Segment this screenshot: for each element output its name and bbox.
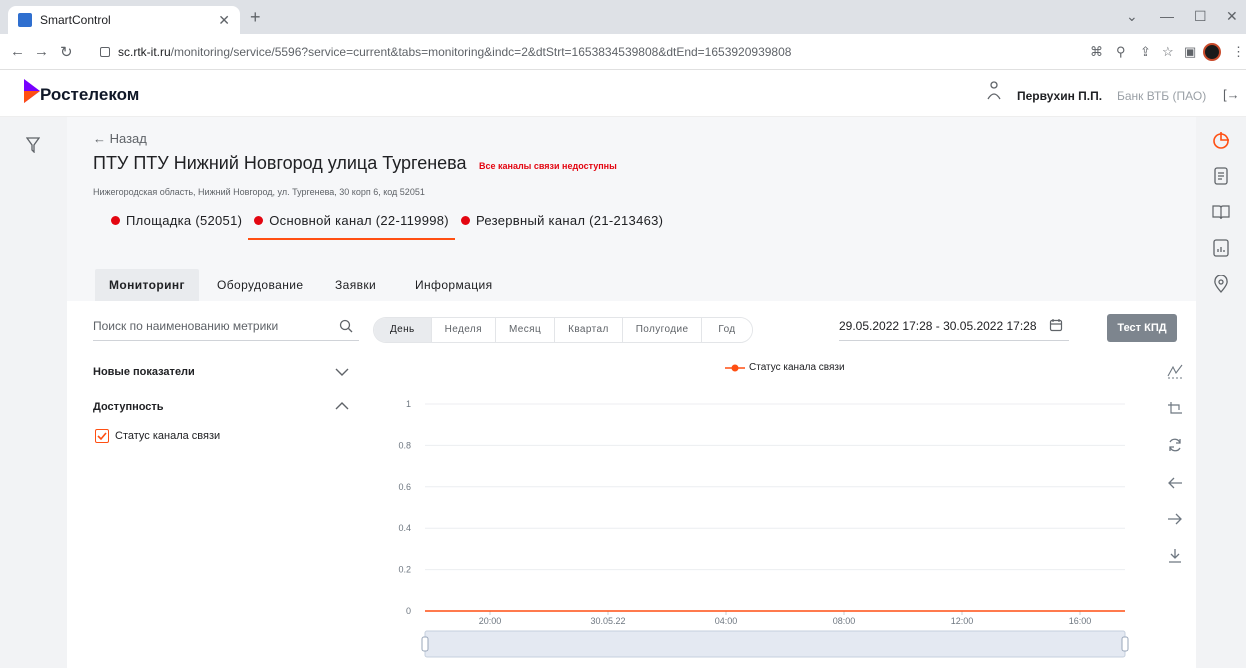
main-content: ← Назад ПТУ ПТУ Нижний Новгород улица Ту… xyxy=(67,117,1196,668)
forward-icon[interactable]: → xyxy=(34,43,49,60)
reload-icon[interactable]: ↻ xyxy=(60,43,73,61)
arrow-left-icon[interactable] xyxy=(1167,475,1183,491)
y-tick-label: 0.8 xyxy=(398,440,411,450)
status-dot-icon xyxy=(254,216,264,225)
report-icon[interactable] xyxy=(1212,239,1230,257)
search-icon[interactable] xyxy=(339,319,353,333)
browser-tab[interactable]: SmartControl ✕ xyxy=(8,6,240,34)
checkbox-checked[interactable] xyxy=(95,429,109,443)
address-bar: ← → ↻ sc.rtk-it.ru/monitoring/service/55… xyxy=(0,34,1246,70)
browser-tab-strip: SmartControl ✕ + ⌄ — ☐ ✕ xyxy=(0,0,1246,34)
channel-tabs: Площадка (52051) Основной канал (22-1199… xyxy=(105,209,669,240)
channel-label: Площадка (52051) xyxy=(126,213,243,228)
channel-label: Резервный канал (21-213463) xyxy=(475,213,664,228)
favicon-icon xyxy=(18,13,32,27)
zoom-select-icon[interactable] xyxy=(1167,401,1183,417)
service-address: Нижегородская область, Нижний Новгород, … xyxy=(93,187,425,197)
chart-legend[interactable]: Статус канала связи xyxy=(725,362,845,373)
legend-marker-icon xyxy=(725,364,745,371)
channel-tab-site[interactable]: Площадка (52051) xyxy=(105,209,248,240)
group-label: Новые показатели xyxy=(93,366,195,378)
y-tick-label: 1 xyxy=(406,399,411,409)
metric-label: Статус канала связи xyxy=(115,430,221,442)
y-tick-label: 0.6 xyxy=(398,482,411,492)
group-new-metrics[interactable]: Новые показатели xyxy=(93,366,195,378)
menu-kebab-icon[interactable]: ⋮ xyxy=(1232,44,1245,60)
book-icon[interactable] xyxy=(1212,203,1230,221)
group-label: Доступность xyxy=(93,401,164,413)
url-field[interactable]: sc.rtk-it.ru/monitoring/service/5596?ser… xyxy=(92,39,1062,65)
share-icon[interactable]: ⇪ xyxy=(1140,44,1151,60)
app-header: Ростелеком Первухин П.П. Банк ВТБ (ПАО) … xyxy=(0,71,1246,117)
tab-equipment[interactable]: Оборудование xyxy=(203,269,317,301)
download-icon[interactable] xyxy=(1167,548,1183,564)
group-availability[interactable]: Доступность xyxy=(93,401,164,413)
search-input[interactable] xyxy=(93,319,323,333)
x-tick-label: 08:00 xyxy=(833,616,856,626)
back-label: Назад xyxy=(109,131,147,146)
y-tick-label: 0.2 xyxy=(398,565,411,575)
channel-label: Основной канал (22-119998) xyxy=(269,213,449,228)
logout-icon[interactable]: [→ xyxy=(1223,87,1240,102)
right-rail xyxy=(1196,117,1246,668)
x-tick-label: 16:00 xyxy=(1069,616,1092,626)
arrow-right-icon[interactable] xyxy=(1167,511,1183,527)
y-tick-label: 0.4 xyxy=(398,523,411,533)
back-link[interactable]: ← Назад xyxy=(93,131,147,146)
rostelecom-logo-icon xyxy=(24,79,40,103)
chevron-up-icon[interactable] xyxy=(335,401,349,411)
url-path: /monitoring/service/5596?service=current… xyxy=(170,45,792,59)
service-header: ← Назад ПТУ ПТУ Нижний Новгород улица Ту… xyxy=(67,117,1196,255)
org-name: Банк ВТБ (ПАО) xyxy=(1117,89,1207,103)
refresh-icon[interactable] xyxy=(1167,437,1183,453)
zoom-icon[interactable]: ⚲ xyxy=(1116,44,1126,60)
monitoring-chart-icon[interactable] xyxy=(1212,131,1230,149)
maximize-icon[interactable]: ☐ xyxy=(1194,8,1207,25)
page-title: ПТУ ПТУ Нижний Новгород улица Тургенева xyxy=(93,153,467,173)
x-tick-label: 12:00 xyxy=(951,616,974,626)
monitoring-section: Мониторинг Оборудование Заявки Информаци… xyxy=(67,255,1196,668)
sidepanel-icon[interactable]: ▣ xyxy=(1184,44,1196,60)
url-host: sc.rtk-it.ru xyxy=(118,45,171,59)
lock-icon xyxy=(100,47,110,57)
close-window-icon[interactable]: ✕ xyxy=(1226,8,1238,25)
location-pin-icon[interactable] xyxy=(1212,275,1230,293)
profile-avatar[interactable] xyxy=(1203,43,1221,61)
browser-tab-title: SmartControl xyxy=(40,13,111,27)
new-tab-icon[interactable]: + xyxy=(250,7,261,28)
chevron-down-icon[interactable] xyxy=(335,367,349,377)
translate-icon[interactable]: ⌘ xyxy=(1090,44,1103,60)
tab-search-icon[interactable]: ⌄ xyxy=(1126,8,1138,25)
filter-icon[interactable] xyxy=(26,137,40,153)
x-tick-label: 20:00 xyxy=(479,616,502,626)
status-dot-icon xyxy=(460,216,470,225)
left-rail xyxy=(0,117,67,668)
y-tick-label: 0 xyxy=(406,606,411,616)
status-badge: Все каналы связи недоступны xyxy=(479,161,617,171)
minimize-icon[interactable]: — xyxy=(1160,8,1174,24)
document-icon[interactable] xyxy=(1212,167,1230,185)
x-tick-label: 30.05.22 xyxy=(590,616,625,626)
metric-status-checkbox[interactable]: Статус канала связи xyxy=(95,429,220,443)
status-dot-icon xyxy=(111,216,120,225)
channel-tab-backup[interactable]: Резервный канал (21-213463) xyxy=(455,209,669,240)
status-chart: 0 0.2 0.4 0.6 0.8 1 20:00 30.05.22 04:00 08:00 12:… xyxy=(398,399,1129,658)
channel-tab-main[interactable]: Основной канал (22-119998) xyxy=(248,209,455,240)
back-icon[interactable]: ← xyxy=(10,43,25,60)
user-name[interactable]: Первухин П.П. xyxy=(1017,89,1102,103)
x-tick-label: 04:00 xyxy=(715,616,738,626)
slider-handle-left[interactable] xyxy=(421,636,429,652)
slider-handle-right[interactable] xyxy=(1121,636,1129,652)
data-zoom-slider[interactable] xyxy=(424,630,1126,658)
line-chart-toggle-icon[interactable] xyxy=(1167,363,1183,379)
legend-label: Статус канала связи xyxy=(749,362,845,373)
logo-text[interactable]: Ростелеком xyxy=(40,85,139,105)
checkmark-icon xyxy=(97,432,107,441)
tab-monitoring[interactable]: Мониторинг xyxy=(95,269,199,301)
user-icon xyxy=(987,81,1001,100)
bookmark-star-icon[interactable]: ☆ xyxy=(1162,44,1174,60)
close-tab-icon[interactable]: ✕ xyxy=(218,12,230,29)
metric-search xyxy=(93,317,359,341)
